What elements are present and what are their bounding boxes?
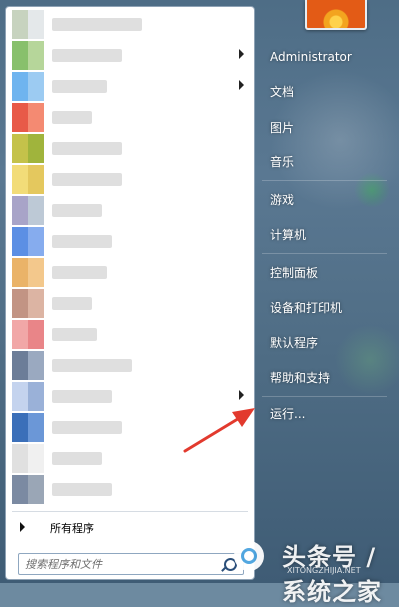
program-icon <box>12 227 44 256</box>
watermark-subtext: XITONGZHIJIA.NET <box>287 566 361 575</box>
program-icon <box>12 289 44 318</box>
program-icon <box>12 165 44 194</box>
menu-item-computer[interactable]: 计算机 <box>262 221 392 249</box>
list-item[interactable] <box>10 40 250 71</box>
watermark-logo-icon <box>234 541 264 571</box>
program-icon <box>12 41 44 70</box>
program-label <box>52 452 102 465</box>
program-label <box>52 142 122 155</box>
program-label <box>52 111 92 124</box>
menu-item-music[interactable]: 音乐 <box>262 148 392 176</box>
program-icon <box>12 10 44 39</box>
list-item[interactable] <box>10 195 250 226</box>
annotation-arrow-icon <box>183 408 255 453</box>
list-item[interactable] <box>10 226 250 257</box>
list-item[interactable] <box>10 71 250 102</box>
program-icon <box>12 475 44 504</box>
list-item[interactable] <box>10 164 250 195</box>
program-panel: 所有程序 <box>5 6 255 580</box>
program-label <box>52 266 107 279</box>
program-label <box>52 80 107 93</box>
program-icon <box>12 351 44 380</box>
menu-item-pictures[interactable]: 图片 <box>262 114 392 142</box>
menu-item-administrator[interactable]: Administrator <box>262 43 392 71</box>
submenu-arrow-icon[interactable] <box>239 80 244 90</box>
search-box[interactable] <box>18 553 244 575</box>
divider <box>262 180 387 181</box>
program-icon <box>12 413 44 442</box>
program-label <box>52 235 112 248</box>
all-programs-label: 所有程序 <box>50 522 94 535</box>
program-label <box>52 359 132 372</box>
program-label <box>52 18 142 31</box>
expand-arrow-icon <box>20 522 25 532</box>
program-icon <box>12 134 44 163</box>
program-label <box>52 204 102 217</box>
user-avatar[interactable] <box>305 0 367 30</box>
menu-item-run[interactable]: 运行... <box>262 400 392 428</box>
list-item[interactable] <box>10 102 250 133</box>
list-item[interactable] <box>10 474 250 505</box>
submenu-arrow-icon[interactable] <box>239 49 244 59</box>
program-icon <box>12 320 44 349</box>
program-label <box>52 328 97 341</box>
menu-item-games[interactable]: 游戏 <box>262 186 392 214</box>
list-item[interactable] <box>10 288 250 319</box>
list-item[interactable] <box>10 9 250 40</box>
program-icon <box>12 382 44 411</box>
divider <box>12 511 248 512</box>
program-label <box>52 421 122 434</box>
menu-item-control-panel[interactable]: 控制面板 <box>262 259 392 287</box>
program-label <box>52 483 112 496</box>
program-label <box>52 49 122 62</box>
program-icon <box>12 258 44 287</box>
search-input[interactable] <box>25 556 215 572</box>
list-item[interactable] <box>10 257 250 288</box>
all-programs-button[interactable]: 所有程序 <box>12 515 250 539</box>
list-item[interactable] <box>10 350 250 381</box>
program-label <box>52 390 112 403</box>
menu-item-devices-printers[interactable]: 设备和打印机 <box>262 294 392 322</box>
program-icon <box>12 444 44 473</box>
program-icon <box>12 103 44 132</box>
program-icon <box>12 196 44 225</box>
menu-item-default-programs[interactable]: 默认程序 <box>262 329 392 357</box>
program-icon <box>12 72 44 101</box>
list-item[interactable] <box>10 319 250 350</box>
program-label <box>52 297 92 310</box>
divider <box>262 253 387 254</box>
program-label <box>52 173 122 186</box>
menu-item-help-support[interactable]: 帮助和支持 <box>262 364 392 392</box>
menu-item-documents[interactable]: 文档 <box>262 78 392 106</box>
divider <box>262 396 387 397</box>
list-item[interactable] <box>10 133 250 164</box>
